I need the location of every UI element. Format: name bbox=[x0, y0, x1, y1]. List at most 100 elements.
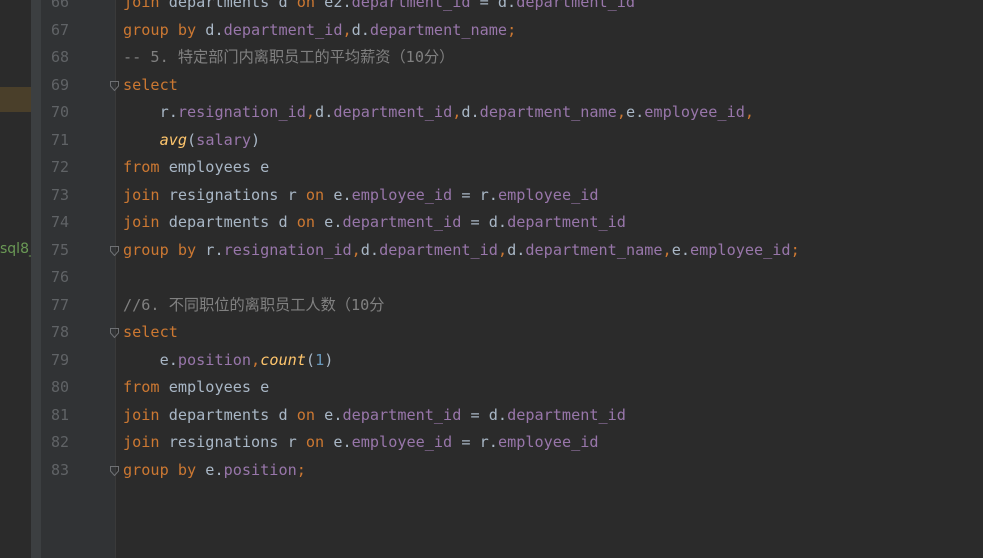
code-token: e. bbox=[196, 460, 224, 479]
code-token: -- 5. 特定部门内离职员工的平均薪资（10分） bbox=[123, 48, 455, 66]
code-token: employee_id bbox=[351, 433, 453, 451]
code-token: on bbox=[305, 185, 325, 204]
code-token: , bbox=[744, 103, 755, 121]
code-token: select bbox=[123, 75, 178, 94]
code-token: employee_id bbox=[644, 103, 745, 121]
code-line[interactable]: group by e.position; bbox=[123, 457, 306, 485]
code-token: select bbox=[123, 323, 178, 341]
code-line[interactable]: //6. 不同职位的离职员工人数（10分 bbox=[123, 292, 384, 320]
code-line[interactable]: join departments d on e2.department_id =… bbox=[123, 0, 635, 17]
code-line[interactable]: r.resignation_id,d.department_id,d.depar… bbox=[123, 99, 754, 127]
code-token: employee_id bbox=[497, 185, 599, 204]
code-token: d. bbox=[315, 103, 334, 121]
code-token: e. bbox=[625, 103, 645, 121]
code-line[interactable]: group by r.resignation_id,d.department_i… bbox=[123, 237, 800, 265]
code-token: ( bbox=[305, 350, 316, 369]
code-token: join bbox=[123, 433, 160, 451]
code-token: ) bbox=[251, 130, 261, 149]
code-token: join bbox=[123, 405, 160, 424]
line-number: 71 bbox=[50, 130, 69, 149]
line-number: 80 bbox=[50, 378, 69, 396]
code-token: e. bbox=[671, 240, 690, 259]
code-line[interactable]: select bbox=[123, 72, 178, 100]
line-number: 72 bbox=[50, 158, 69, 176]
code-line[interactable]: join departments d on e.department_id = … bbox=[123, 209, 626, 237]
line-number: 76 bbox=[50, 268, 69, 286]
code-token: , bbox=[662, 240, 672, 259]
code-token: r. bbox=[196, 240, 224, 259]
code-line[interactable]: select bbox=[123, 319, 178, 347]
code-line[interactable]: avg(salary) bbox=[123, 127, 261, 155]
code-token: = d. bbox=[461, 405, 508, 424]
code-token: 1 bbox=[315, 350, 325, 369]
code-line[interactable]: group by d.department_id,d.department_na… bbox=[123, 17, 516, 45]
line-number: 70 bbox=[50, 103, 69, 121]
code-token: department_id bbox=[507, 405, 626, 424]
line-number: 78 bbox=[50, 323, 69, 341]
fold-marker-icon[interactable] bbox=[110, 80, 119, 91]
code-token: e. bbox=[324, 433, 352, 451]
code-token: , bbox=[351, 240, 361, 259]
code-token: , bbox=[497, 240, 508, 259]
fold-marker-icon[interactable] bbox=[110, 245, 119, 256]
code-token: department_name bbox=[479, 103, 617, 121]
code-line[interactable]: e.position,count(1) bbox=[123, 347, 334, 375]
code-token: employees e bbox=[159, 158, 270, 176]
code-line[interactable]: join resignations r on e.employee_id = r… bbox=[123, 182, 599, 210]
line-number: 75 bbox=[50, 240, 69, 259]
line-number: 66 bbox=[50, 0, 69, 11]
project-panel bbox=[0, 0, 31, 558]
code-token: ; bbox=[790, 240, 800, 259]
code-token: department_id bbox=[516, 0, 636, 11]
code-token: employee_id bbox=[351, 185, 453, 204]
code-token: e2. bbox=[315, 0, 352, 11]
code-token: e. bbox=[315, 213, 343, 231]
code-token: on bbox=[305, 433, 325, 451]
code-token: e. bbox=[123, 350, 178, 369]
code-token: resignation_id bbox=[223, 240, 352, 259]
fold-marker-icon[interactable] bbox=[110, 328, 119, 338]
line-number: 83 bbox=[50, 460, 69, 479]
code-line[interactable]: -- 5. 特定部门内离职员工的平均薪资（10分） bbox=[123, 44, 454, 72]
code-token: ( bbox=[187, 130, 197, 149]
code-token: = d. bbox=[470, 0, 517, 11]
code-token: departments d bbox=[159, 0, 297, 11]
code-token: , bbox=[616, 103, 626, 121]
code-token: department_id bbox=[342, 213, 462, 231]
code-token: resignations r bbox=[159, 185, 306, 204]
code-line[interactable]: join resignations r on e.employee_id = r… bbox=[123, 429, 599, 457]
code-token: from bbox=[123, 378, 160, 396]
code-token: group by bbox=[123, 20, 197, 39]
fold-marker-icon[interactable] bbox=[110, 465, 119, 476]
code-line[interactable]: from employees e bbox=[123, 374, 269, 402]
line-number: 74 bbox=[50, 213, 69, 231]
line-number: 69 bbox=[50, 75, 69, 94]
line-number: 79 bbox=[50, 350, 69, 369]
panel-divider[interactable] bbox=[31, 0, 41, 558]
code-token: , bbox=[251, 350, 261, 369]
code-line[interactable]: join departments d on e. department_id = … bbox=[123, 402, 626, 430]
code-token: employees e bbox=[159, 378, 270, 396]
code-token: , bbox=[305, 103, 316, 121]
code-token: d. bbox=[461, 103, 480, 121]
code-token: on bbox=[296, 0, 316, 11]
code-line[interactable]: from employees e bbox=[123, 154, 269, 182]
line-number: 68 bbox=[50, 48, 69, 66]
code-token: r. bbox=[123, 103, 178, 121]
code-token: on bbox=[296, 405, 316, 424]
code-token: resignation_id bbox=[177, 103, 306, 121]
code-token: d. bbox=[507, 240, 526, 259]
code-token: group by bbox=[123, 240, 197, 259]
code-token: departments d bbox=[159, 405, 297, 424]
line-number: 73 bbox=[50, 185, 69, 204]
line-number: 77 bbox=[50, 295, 69, 314]
code-token: //6. 不同职位的离职员工人数（10分 bbox=[123, 295, 385, 314]
code-token: resignations r bbox=[159, 433, 306, 451]
code-token: e. bbox=[324, 185, 352, 204]
code-token: ; bbox=[296, 460, 306, 479]
code-token: e. bbox=[315, 405, 343, 424]
code-token: from bbox=[123, 158, 160, 176]
code-token: , bbox=[342, 20, 352, 39]
code-token: department_id bbox=[379, 240, 498, 259]
code-token: department_name bbox=[369, 20, 508, 39]
